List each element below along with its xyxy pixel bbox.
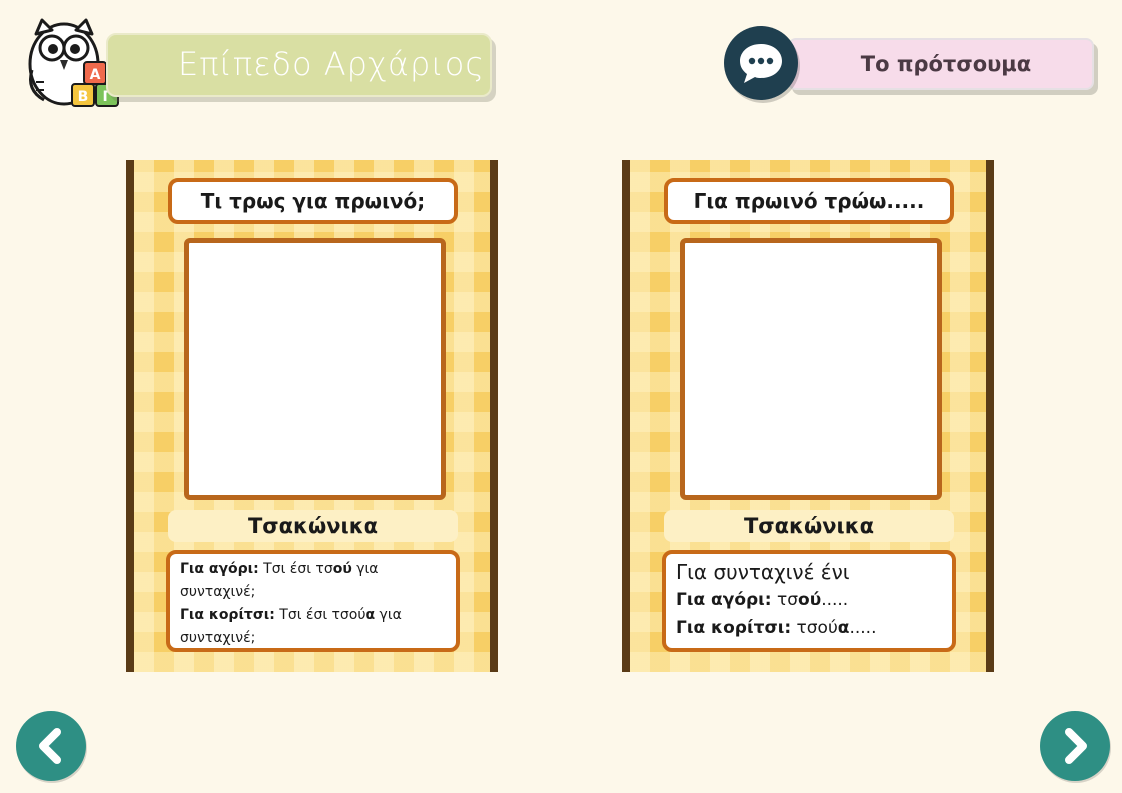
speech-bubble-icon: [740, 44, 782, 83]
question-card: Τι τρως για πρωινό; Τσακώνικα Για αγόρι:…: [126, 160, 498, 672]
level-banner: Επίπεδο Αρχάριος: [106, 33, 492, 97]
speech-bubble-button[interactable]: [724, 26, 798, 100]
answer-line-boy: Για αγόρι: τσού.....: [676, 590, 849, 610]
answer-image-placeholder: [680, 238, 942, 500]
pronoun-button[interactable]: Το πρότσουμα: [788, 38, 1094, 90]
answer-card: Για πρωινό τρώω..... Τσακώνικα Για συντα…: [622, 160, 994, 672]
chevron-right-icon: [1065, 728, 1087, 764]
answer-language-label: Τσακώνικα: [664, 510, 954, 542]
question-image-placeholder: [184, 238, 446, 500]
answer-answer-box: Για συνταχινέ ένι Για αγόρι: τσού..... Γ…: [662, 550, 956, 652]
question-answer-box: Για αγόρι: Τσι έσι τσού για συνταχινέ; Γ…: [166, 550, 460, 652]
answer-line-girl: Για κορίτσι: τσούα.....: [676, 618, 877, 638]
answer-intro: Για συνταχινέ ένι: [676, 560, 850, 584]
pronoun-button-label: Το πρότσουμα: [860, 52, 1032, 76]
question-line-boy: Για αγόρι: Τσι έσι τσού για συνταχινέ;: [180, 561, 379, 600]
question-language-label: Τσακώνικα: [168, 510, 458, 542]
level-title: Επίπεδο Αρχάριος: [178, 45, 486, 83]
previous-button[interactable]: [16, 711, 86, 781]
question-line-girl: Για κορίτσι: Τσι έσι τσούα για συνταχινέ…: [180, 607, 402, 646]
question-title: Τι τρως για πρωινό;: [168, 178, 458, 224]
logo-letter-b: Β: [78, 89, 89, 105]
logo-letter-a: Α: [90, 67, 101, 83]
answer-title: Για πρωινό τρώω.....: [664, 178, 954, 224]
chevron-left-icon: [39, 728, 61, 764]
next-button[interactable]: [1040, 711, 1110, 781]
